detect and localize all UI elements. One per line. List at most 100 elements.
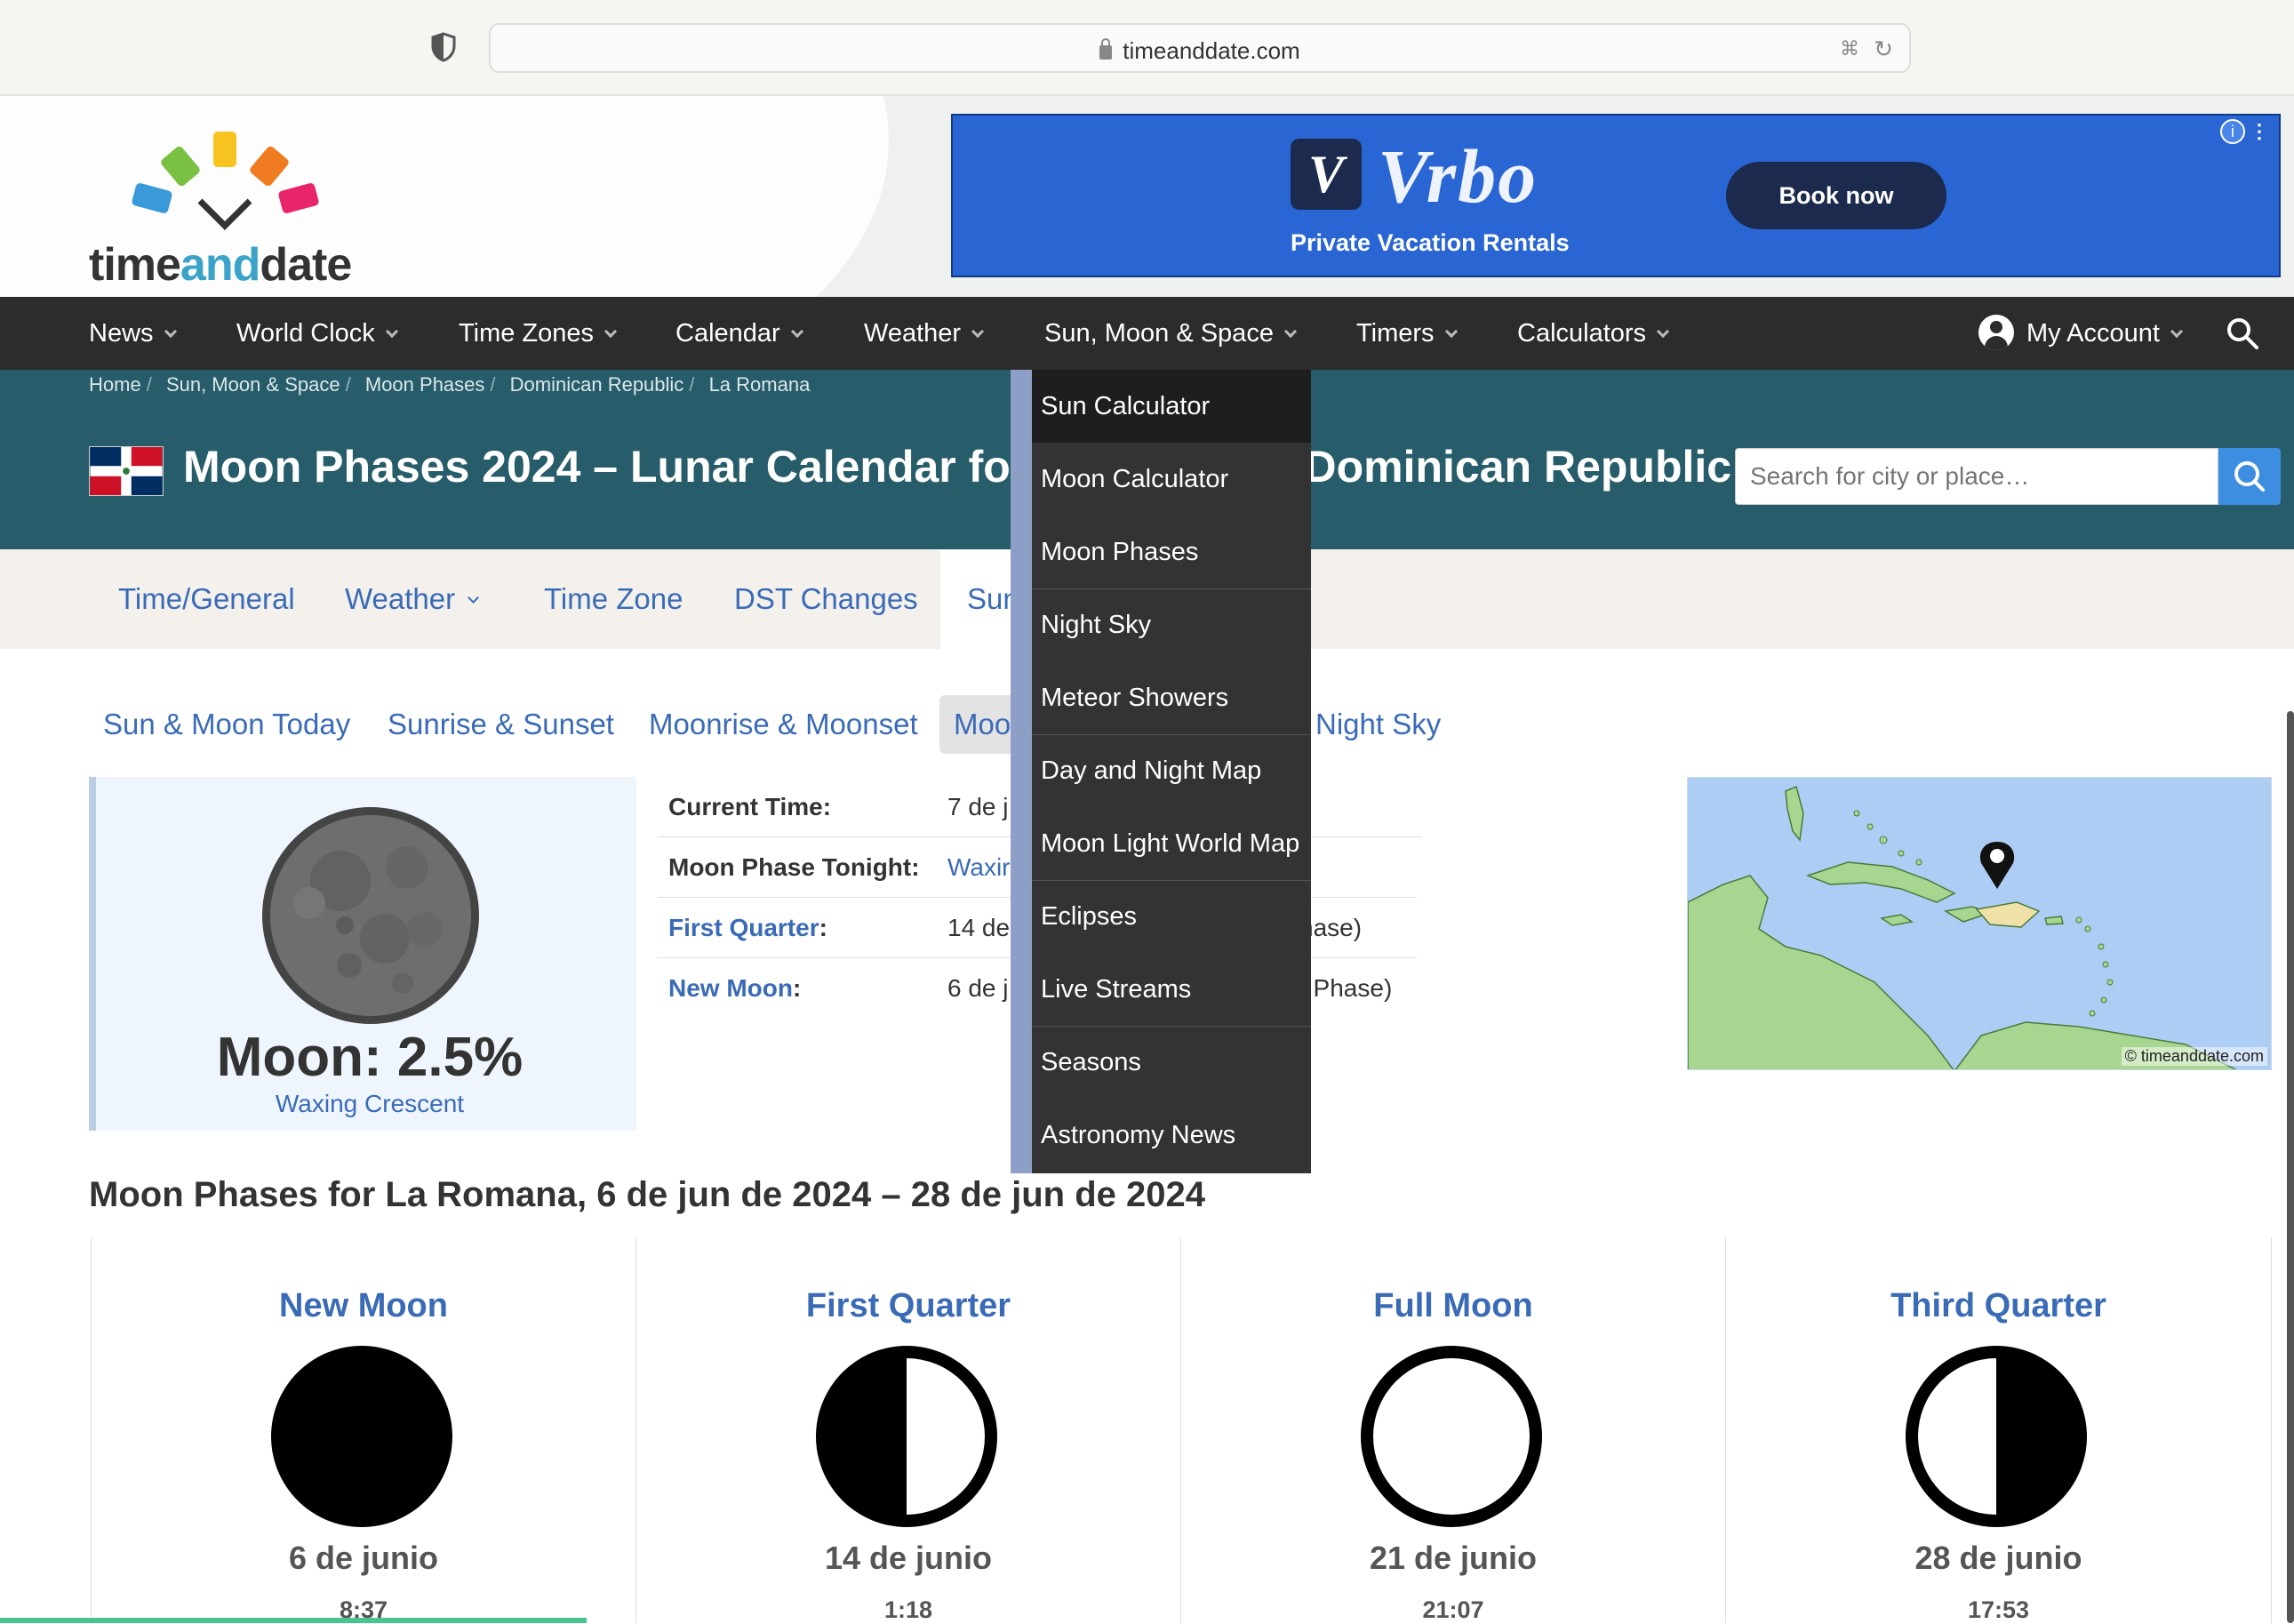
menu-item-seasons[interactable]: Seasons [1032, 1026, 1311, 1099]
phase-date: 14 de junio [824, 1540, 993, 1576]
ad-info-icon[interactable]: i [2220, 119, 2245, 144]
moon-phase-link[interactable]: Waxing Crescent [96, 1090, 643, 1118]
search-icon[interactable] [2226, 316, 2259, 350]
phase-name-link[interactable]: New Moon [92, 1287, 635, 1325]
tab-sun-moon[interactable]: Sun & Moon [940, 549, 1020, 649]
chevron-down-icon [1444, 324, 1458, 339]
tab-weather[interactable]: Weather [345, 549, 479, 649]
new-moon-icon [271, 1346, 452, 1527]
phase-time: 17:53 [1967, 1596, 2030, 1623]
chevron-down-icon [603, 324, 618, 339]
nav-my-account[interactable]: My Account [1978, 297, 2183, 370]
tab-dst-changes[interactable]: DST Changes [734, 549, 918, 649]
menu-item-night-sky[interactable]: Night Sky [1032, 588, 1311, 661]
search-submit-button[interactable] [2218, 448, 2281, 505]
breadcrumb-city[interactable]: La Romana [709, 373, 811, 396]
new-moon-value: 6 de j [947, 974, 1009, 1002]
ad-book-now-button[interactable]: Book now [1726, 162, 1946, 229]
nav-weather[interactable]: Weather [864, 297, 985, 370]
chevron-down-icon [468, 592, 479, 604]
subtab-sun-moon-today[interactable]: Sun & Moon Today [103, 695, 350, 754]
ad-more-icon[interactable]: ⋮ [2249, 119, 2270, 144]
phase-card-new-moon: New Moon 6 de junio 8:37 [91, 1237, 635, 1623]
phase-card-first-quarter: First Quarter 14 de junio 1:18 [635, 1237, 1180, 1623]
menu-item-live-streams[interactable]: Live Streams [1032, 953, 1311, 1026]
chevron-down-icon [971, 324, 985, 339]
page-progress-line [0, 1618, 587, 1623]
main-nav: News World Clock Time Zones Calendar Wea… [0, 297, 2294, 370]
menu-item-moon-light-world-map[interactable]: Moon Light World Map [1032, 807, 1311, 880]
logo-text-and: and [180, 239, 260, 291]
phase-name-link[interactable]: First Quarter [636, 1287, 1180, 1325]
breadcrumb-moon-phases[interactable]: Moon Phases [365, 373, 485, 396]
moon-illumination-percent: Moon: 2.5% [216, 1027, 524, 1088]
site-logo[interactable]: timeanddate [89, 114, 382, 291]
url-text: timeanddate.com [1123, 37, 1300, 64]
site-header: timeanddate V Vrbo Private Vacation Rent… [0, 96, 2294, 297]
first-quarter-link[interactable]: First Quarter: [668, 914, 827, 942]
nav-world-clock[interactable]: World Clock [236, 297, 398, 370]
reload-icon[interactable]: ↻ [1874, 36, 1893, 63]
chevron-down-icon [1656, 324, 1670, 339]
translate-icon[interactable]: ⌘ [1840, 37, 1859, 60]
current-time-value: 7 de j [947, 793, 1009, 820]
menu-item-moon-phases[interactable]: Moon Phases [1032, 516, 1311, 588]
logo-icon [132, 132, 319, 230]
new-moon-tail: ; Phase) [1299, 974, 1393, 1002]
phase-card-full-moon: Full Moon 21 de junio 21:07 [1180, 1237, 1725, 1623]
chevron-down-icon [2170, 324, 2183, 339]
vrbo-logo-icon: V [1291, 139, 1362, 210]
city-search-input[interactable] [1735, 448, 2218, 505]
breadcrumb: Home / Sun, Moon & Space / Moon Phases / Do… [89, 373, 811, 396]
full-moon-icon [1361, 1346, 1542, 1527]
breadcrumb-home[interactable]: Home [89, 373, 141, 396]
browser-toolbar: timeanddate.com ⌘ ↻ [0, 0, 2294, 96]
phase-time: 1:18 [883, 1596, 933, 1623]
subtab-moonrise-moonset[interactable]: Moonrise & Moonset [649, 695, 918, 754]
nav-calendar[interactable]: Calendar [675, 297, 803, 370]
moon-phase-image [262, 807, 479, 1024]
nav-news[interactable]: News [89, 297, 177, 370]
location-map[interactable]: © timeanddate.com [1687, 777, 2272, 1070]
nav-calculators[interactable]: Calculators [1517, 297, 1670, 370]
sun-moon-space-dropdown: Sun Calculator Moon Calculator Moon Phas… [1011, 370, 1311, 1173]
chevron-down-icon [1283, 324, 1298, 339]
tab-time-general[interactable]: Time/General [118, 549, 295, 649]
scrollbar[interactable] [2287, 711, 2294, 1623]
nav-sun-moon-space[interactable]: Sun, Moon & Space [1044, 297, 1298, 370]
phase-name-link[interactable]: Full Moon [1181, 1287, 1725, 1325]
chevron-down-icon [790, 324, 803, 339]
subtab-night-sky[interactable]: Night Sky [1315, 695, 1441, 754]
new-moon-link[interactable]: New Moon: [668, 974, 801, 1003]
phase-date: 6 de junio [288, 1540, 438, 1576]
logo-text-time: time [89, 239, 181, 291]
tab-time-zone[interactable]: Time Zone [544, 549, 683, 649]
phase-name-link[interactable]: Third Quarter [1726, 1287, 2271, 1325]
menu-item-moon-calculator[interactable]: Moon Calculator [1032, 443, 1311, 516]
search-icon [2234, 461, 2265, 492]
address-bar[interactable]: timeanddate.com ⌘ ↻ [489, 23, 1911, 73]
nav-timers[interactable]: Timers [1356, 297, 1458, 370]
menu-item-day-night-map[interactable]: Day and Night Map [1032, 734, 1311, 807]
menu-item-meteor-showers[interactable]: Meteor Showers [1032, 661, 1311, 734]
menu-item-sun-calculator[interactable]: Sun Calculator [1032, 370, 1311, 443]
menu-item-astronomy-news[interactable]: Astronomy News [1032, 1099, 1311, 1172]
map-credit: © timeanddate.com [2121, 1047, 2267, 1066]
menu-item-eclipses[interactable]: Eclipses [1032, 880, 1311, 953]
caribbean-map-image [1688, 785, 2237, 1069]
advertisement-banner[interactable]: V Vrbo Private Vacation Rentals Book now… [951, 114, 2281, 277]
moon-phase-tonight-link[interactable]: Waxir [947, 853, 1011, 882]
nav-time-zones[interactable]: Time Zones [459, 297, 618, 370]
breadcrumb-sun-moon-space[interactable]: Sun, Moon & Space [166, 373, 340, 396]
ad-brand: Vrbo [1378, 133, 1539, 219]
logo-text-date: date [260, 239, 352, 291]
phase-date: 21 de junio [1369, 1540, 1538, 1576]
lock-icon [1099, 38, 1113, 60]
chevron-down-icon [385, 324, 398, 339]
first-quarter-icon [816, 1346, 997, 1527]
subtab-sunrise-sunset[interactable]: Sunrise & Sunset [388, 695, 614, 754]
breadcrumb-country[interactable]: Dominican Republic [510, 373, 684, 396]
phase-date: 28 de junio [1914, 1540, 2082, 1576]
shield-icon[interactable] [430, 32, 457, 62]
current-time-label: Current Time: [668, 793, 832, 820]
